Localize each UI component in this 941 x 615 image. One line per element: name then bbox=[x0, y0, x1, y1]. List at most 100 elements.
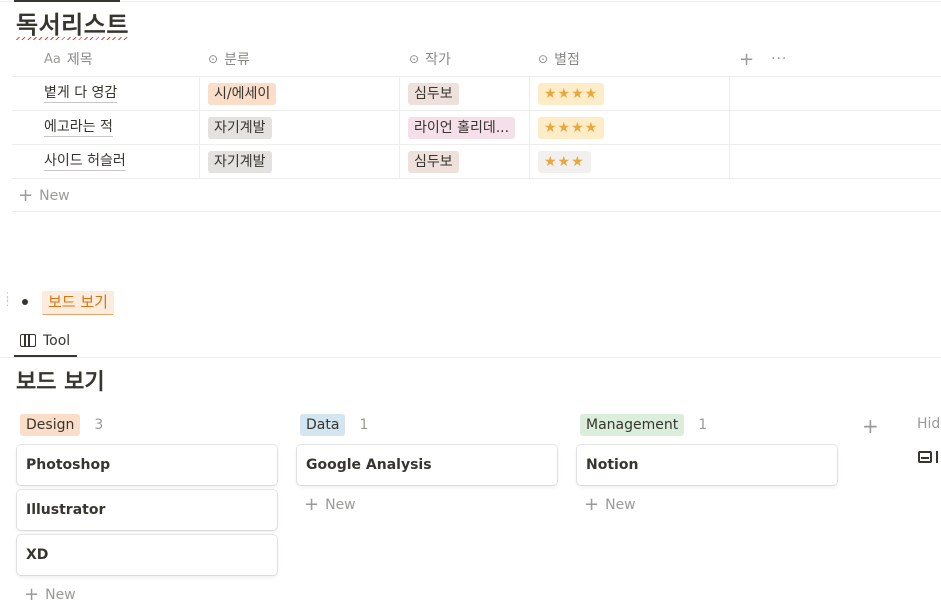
cell-title[interactable]: 사이드 허슬러 bbox=[44, 145, 126, 178]
card-title: XD bbox=[26, 547, 49, 563]
inbox-icon[interactable] bbox=[918, 451, 932, 463]
add-property-button[interactable]: + bbox=[739, 42, 754, 76]
cell-title[interactable]: 볕게 다 영감 bbox=[44, 77, 118, 110]
column-header-category-label: 분류 bbox=[224, 52, 250, 68]
column-divider bbox=[199, 145, 200, 179]
table-row[interactable]: 볕게 다 영감 시/에세이 심두보 ★★★★ bbox=[12, 77, 941, 111]
row-title[interactable]: 에고라는 적 bbox=[44, 118, 113, 137]
column-divider bbox=[529, 145, 530, 179]
board-card[interactable]: Notion bbox=[577, 445, 837, 485]
cell-category[interactable]: 시/에세이 bbox=[208, 77, 277, 110]
column-divider bbox=[729, 77, 730, 111]
active-view-underline bbox=[14, 0, 120, 2]
board-card[interactable]: Photoshop bbox=[17, 445, 277, 485]
board-title[interactable]: 보드 보기 bbox=[16, 368, 105, 398]
cell-rating[interactable]: ★★★★ bbox=[538, 77, 605, 110]
group-count: 1 bbox=[359, 417, 369, 433]
select-icon: ⊙ bbox=[538, 52, 549, 66]
cell-rating[interactable]: ★★★★ bbox=[538, 111, 605, 144]
text-type-icon: Aa bbox=[44, 51, 61, 67]
bullet-icon bbox=[22, 299, 28, 305]
category-tag: 자기계발 bbox=[208, 116, 272, 139]
top-divider bbox=[0, 1, 941, 2]
board-card[interactable]: XD bbox=[17, 535, 277, 575]
table-header: Aa 제목 ⊙ 분류 ⊙ 작가 ⊙ 별점 + ··· bbox=[12, 42, 941, 77]
rating-tag: ★★★★ bbox=[538, 82, 605, 105]
plus-icon: + bbox=[304, 494, 320, 515]
board-group-header-design[interactable]: Design 3 bbox=[20, 414, 103, 436]
row-title[interactable]: 사이드 허슬러 bbox=[44, 152, 126, 171]
plus-icon: + bbox=[584, 494, 600, 515]
cell-title[interactable]: 에고라는 적 bbox=[44, 111, 113, 144]
author-tag: 라이언 홀리데... bbox=[408, 116, 516, 139]
group-tag: Design bbox=[20, 414, 81, 436]
category-tag: 시/에세이 bbox=[208, 82, 277, 105]
more-options-button[interactable]: ··· bbox=[771, 42, 787, 76]
add-row-button[interactable]: + New bbox=[12, 180, 941, 212]
rating-tag: ★★★ bbox=[538, 150, 591, 173]
rating-tag: ★★★★ bbox=[538, 116, 605, 139]
column-divider bbox=[399, 145, 400, 179]
group-tag: Management bbox=[580, 414, 685, 436]
cell-category[interactable]: 자기계발 bbox=[208, 111, 272, 144]
board-group-header-data[interactable]: Data 1 bbox=[300, 414, 368, 436]
add-card-button[interactable]: + New bbox=[304, 494, 356, 515]
card-title: Notion bbox=[586, 457, 639, 473]
add-card-label: New bbox=[605, 496, 636, 513]
tab-tool[interactable]: Tool bbox=[14, 326, 76, 355]
column-divider bbox=[399, 111, 400, 145]
author-tag: 심두보 bbox=[408, 150, 459, 173]
spellcheck-squiggle bbox=[16, 37, 129, 40]
add-card-label: New bbox=[325, 496, 356, 513]
column-header-category[interactable]: ⊙ 분류 bbox=[208, 42, 250, 76]
tab-tool-label: Tool bbox=[43, 332, 71, 349]
column-divider bbox=[529, 111, 530, 145]
tab-divider bbox=[0, 357, 941, 358]
board-view-link[interactable]: 보드 보기 bbox=[42, 291, 114, 315]
cell-rating[interactable]: ★★★ bbox=[538, 145, 591, 178]
column-divider bbox=[529, 77, 530, 111]
column-divider bbox=[199, 77, 200, 111]
card-title: Google Analysis bbox=[306, 457, 432, 473]
drag-handle-icon[interactable]: ⋮ ⋮ bbox=[2, 291, 13, 307]
column-divider bbox=[399, 77, 400, 111]
add-group-button[interactable]: + bbox=[862, 414, 879, 438]
database-title[interactable]: 독서리스트 bbox=[16, 8, 129, 42]
plus-icon: + bbox=[24, 584, 40, 605]
board-card[interactable]: Illustrator bbox=[17, 490, 277, 530]
table-row[interactable]: 에고라는 적 자기계발 라이언 홀리데... ★★★★ bbox=[12, 111, 941, 145]
column-header-author-label: 작가 bbox=[425, 52, 451, 68]
column-divider bbox=[199, 111, 200, 145]
category-tag: 자기계발 bbox=[208, 150, 272, 173]
cell-category[interactable]: 자기계발 bbox=[208, 145, 272, 178]
group-tag: Data bbox=[300, 414, 346, 436]
column-header-author[interactable]: ⊙ 작가 bbox=[409, 42, 451, 76]
cell-author[interactable]: 심두보 bbox=[408, 77, 459, 110]
group-count: 3 bbox=[94, 417, 104, 433]
board-view-icon bbox=[20, 334, 36, 347]
select-icon: ⊙ bbox=[208, 52, 219, 66]
database-title-text[interactable]: 독서리스트 bbox=[16, 11, 129, 39]
group-count: 1 bbox=[698, 417, 708, 433]
column-header-title[interactable]: Aa 제목 bbox=[44, 42, 93, 76]
board-group-header-management[interactable]: Management 1 bbox=[580, 414, 707, 436]
column-header-rating[interactable]: ⊙ 별점 bbox=[538, 42, 580, 76]
column-divider bbox=[729, 111, 730, 145]
card-title: Photoshop bbox=[26, 457, 111, 473]
hidden-group-item[interactable] bbox=[936, 451, 938, 463]
add-card-button[interactable]: + New bbox=[24, 584, 76, 605]
add-row-label: New bbox=[39, 187, 70, 204]
row-title[interactable]: 볕게 다 영감 bbox=[44, 84, 118, 103]
add-card-label: New bbox=[45, 586, 76, 603]
plus-icon: + bbox=[18, 185, 34, 206]
hidden-groups-label: Hidd bbox=[917, 416, 941, 432]
column-divider bbox=[729, 145, 730, 179]
table-row[interactable]: 사이드 허슬러 자기계발 심두보 ★★★ bbox=[12, 145, 941, 179]
add-card-button[interactable]: + New bbox=[584, 494, 636, 515]
cell-author[interactable]: 라이언 홀리데... bbox=[408, 111, 516, 144]
cell-author[interactable]: 심두보 bbox=[408, 145, 459, 178]
column-header-title-label: 제목 bbox=[66, 52, 93, 68]
select-icon: ⊙ bbox=[409, 52, 420, 66]
board-card[interactable]: Google Analysis bbox=[297, 445, 557, 485]
column-header-rating-label: 별점 bbox=[554, 52, 580, 68]
